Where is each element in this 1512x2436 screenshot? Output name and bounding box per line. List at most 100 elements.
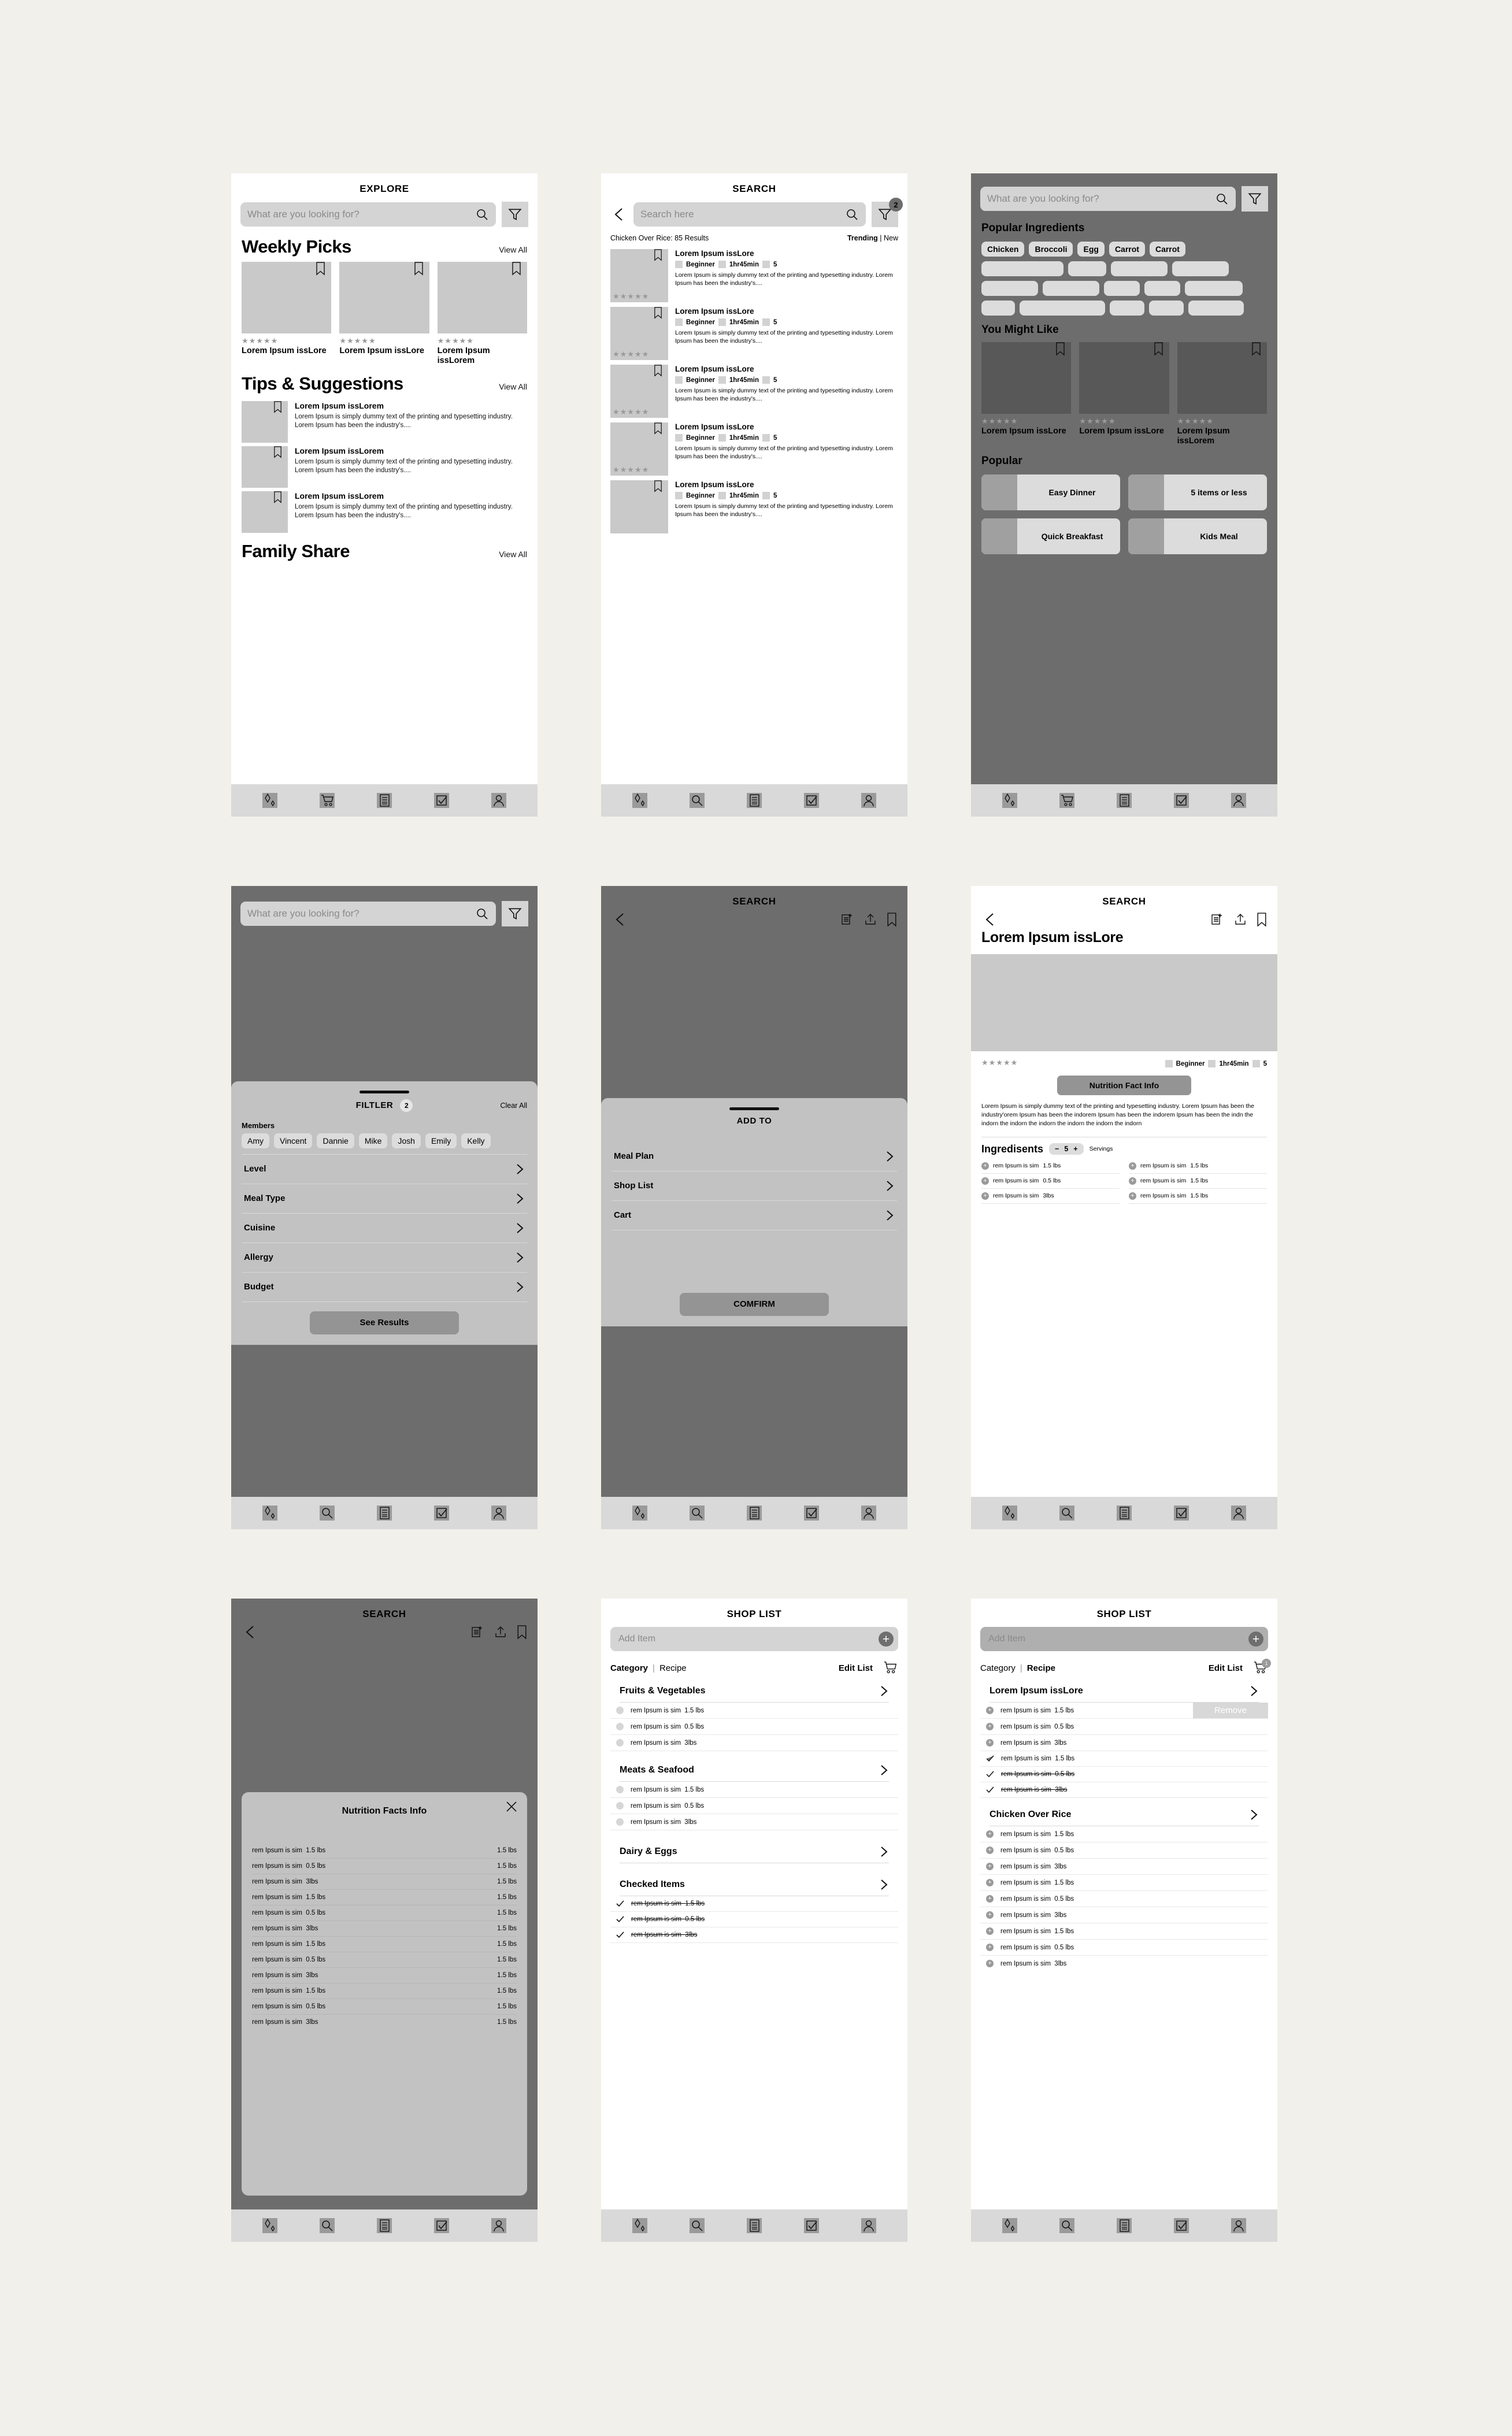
nav-checkbox-icon[interactable]	[802, 2216, 821, 2235]
filter-button[interactable]	[1242, 186, 1268, 212]
nav-profile-icon[interactable]	[1229, 1503, 1248, 1523]
back-icon[interactable]	[610, 207, 628, 222]
category-header-checked[interactable]: Checked Items	[620, 1863, 889, 1896]
list-item[interactable]: rem Ipsum is sim 0.5 lbs	[610, 1912, 898, 1927]
list-item[interactable]: + rem Ipsum is sim 0.5 lbs	[980, 1940, 1268, 1956]
add-item-input[interactable]: Add Item +	[980, 1627, 1268, 1651]
tips-view-all-link[interactable]: View All	[499, 382, 527, 391]
list-item[interactable]: rem Ipsum is sim 1.5 lbs	[610, 1782, 898, 1798]
add-item-button[interactable]: +	[1248, 1632, 1263, 1647]
cart-icon[interactable]	[882, 1660, 898, 1675]
nutrition-fact-info-button[interactable]: Nutrition Fact Info	[1057, 1076, 1191, 1095]
tab-recipe[interactable]: Recipe	[659, 1663, 687, 1673]
bookmark-icon[interactable]	[1055, 342, 1065, 356]
back-icon[interactable]	[981, 912, 999, 927]
list-item[interactable]: rem Ipsum is sim 3lbs	[610, 1814, 898, 1830]
bookmark-icon[interactable]	[887, 912, 897, 927]
nav-search-icon[interactable]	[687, 791, 707, 810]
list-item[interactable]: rem Ipsum is sim 3lbs	[610, 1735, 898, 1751]
add-to-row-cart[interactable]: Cart	[612, 1200, 897, 1230]
recipe-group-header[interactable]: Chicken Over Rice	[990, 1798, 1259, 1826]
nav-list-icon[interactable]	[1114, 1503, 1134, 1523]
tip-item[interactable]: Lorem Ipsum issLorem Lorem Ipsum is simp…	[231, 398, 538, 443]
nav-search-icon[interactable]	[317, 2216, 337, 2235]
recipe-card[interactable]: ★★★★★ Lorem Ipsum issLore	[242, 262, 332, 366]
list-item[interactable]: rem Ipsum is sim 3lbs	[610, 1927, 898, 1943]
plus-icon[interactable]: +	[986, 1911, 994, 1919]
bookmark-icon[interactable]	[1251, 342, 1261, 356]
plus-icon[interactable]: +	[986, 1927, 994, 1935]
category-header-fruits[interactable]: Fruits & Vegetables	[620, 1675, 889, 1703]
nav-sparkle-icon[interactable]	[1000, 791, 1020, 810]
search-result-row[interactable]: ★★★★★ Lorem Ipsum issLore Beginner 1hr45…	[601, 360, 907, 418]
ingredient-row[interactable]: + rem Ipsum is sim 0.5 lbs	[981, 1174, 1120, 1189]
bookmark-icon[interactable]	[654, 365, 662, 377]
tab-recipe[interactable]: Recipe	[1027, 1663, 1055, 1673]
nav-list-icon[interactable]	[744, 2216, 764, 2235]
list-item[interactable]: + rem Ipsum is sim 0.5 lbs	[980, 1719, 1268, 1735]
member-chip[interactable]: Dannie	[317, 1133, 354, 1148]
list-item[interactable]: rem Ipsum is sim 0.5 lbs	[610, 1719, 898, 1735]
nav-list-icon[interactable]	[744, 791, 764, 810]
remove-button[interactable]: Remove	[1193, 1703, 1268, 1718]
nav-profile-icon[interactable]	[859, 2216, 879, 2235]
recipe-card[interactable]: ★★★★★ Lorem Ipsum issLore	[339, 262, 429, 366]
popular-card[interactable]: Kids Meal	[1128, 518, 1267, 554]
filter-row-allergy[interactable]: Allergy	[242, 1242, 527, 1272]
ingredient-chip-placeholder[interactable]	[1185, 281, 1243, 296]
nav-search-icon[interactable]	[1057, 1503, 1077, 1523]
filter-button[interactable]: 2	[872, 198, 903, 227]
bookmark-icon[interactable]	[1154, 342, 1163, 356]
check-icon[interactable]	[986, 1786, 994, 1793]
sheet-grabber[interactable]	[729, 1107, 779, 1110]
bookmark-icon[interactable]	[517, 1625, 527, 1640]
recipe-card[interactable]: ★★★★★ Lorem Ipsum issLore	[981, 342, 1072, 447]
search-input[interactable]: What are you looking for?	[240, 902, 496, 926]
tab-category[interactable]: Category	[610, 1663, 648, 1673]
popular-card[interactable]: 5 items or less	[1128, 474, 1267, 510]
list-item[interactable]: rem Ipsum is sim 1.5 lbs	[610, 1703, 898, 1719]
plus-icon[interactable]: +	[986, 1960, 994, 1967]
bookmark-icon[interactable]	[654, 480, 662, 492]
ingredient-chip-placeholder[interactable]	[1110, 301, 1144, 316]
member-chip[interactable]: Vincent	[274, 1133, 313, 1148]
member-chip[interactable]: Kelly	[461, 1133, 491, 1148]
bookmark-icon[interactable]	[512, 262, 521, 276]
share-icon[interactable]	[1233, 913, 1247, 926]
nav-checkbox-icon[interactable]	[432, 791, 451, 810]
filter-row-level[interactable]: Level	[242, 1154, 527, 1184]
list-item[interactable]: rem Ipsum is sim 0.5 lbs	[610, 1798, 898, 1814]
ingredient-chip-placeholder[interactable]	[1068, 261, 1106, 276]
list-item[interactable]: + rem Ipsum is sim 0.5 lbs	[980, 1891, 1268, 1907]
nav-list-icon[interactable]	[375, 1503, 394, 1523]
ingredient-chip-placeholder[interactable]	[981, 281, 1038, 296]
plus-icon[interactable]: +	[981, 1192, 989, 1200]
nav-profile-icon[interactable]	[859, 791, 879, 810]
nav-list-icon[interactable]	[375, 2216, 394, 2235]
nav-sparkle-icon[interactable]	[260, 791, 280, 810]
nav-list-icon[interactable]	[375, 791, 394, 810]
add-note-icon[interactable]	[470, 1625, 484, 1639]
nav-checkbox-icon[interactable]	[802, 1503, 821, 1523]
clear-all-button[interactable]: Clear All	[500, 1102, 527, 1110]
ingredient-chip-placeholder[interactable]	[1020, 301, 1105, 316]
search-result-row[interactable]: ★★★★★ Lorem Ipsum issLore Beginner 1hr45…	[601, 302, 907, 360]
bookmark-icon[interactable]	[273, 491, 282, 503]
share-icon[interactable]	[494, 1625, 507, 1639]
nav-profile-icon[interactable]	[1229, 791, 1248, 810]
see-results-button[interactable]: See Results	[310, 1311, 459, 1334]
servings-stepper[interactable]: − 5 +	[1049, 1143, 1084, 1155]
nav-profile-icon[interactable]	[489, 791, 509, 810]
bookmark-icon[interactable]	[316, 262, 325, 276]
plus-icon[interactable]: +	[1129, 1162, 1136, 1170]
nav-checkbox-icon[interactable]	[432, 2216, 451, 2235]
plus-icon[interactable]: +	[986, 1707, 994, 1714]
search-result-row[interactable]: ★★★★★ Lorem Ipsum issLore Beginner 1hr45…	[601, 244, 907, 302]
plus-icon[interactable]: +	[986, 1830, 994, 1838]
nav-sparkle-icon[interactable]	[1000, 2216, 1020, 2235]
nav-profile-icon[interactable]	[859, 1503, 879, 1523]
list-item[interactable]: + rem Ipsum is sim 1.5 lbs	[980, 1875, 1268, 1891]
list-item[interactable]: rem Ipsum is sim 0.5 lbs	[980, 1767, 1268, 1782]
plus-icon[interactable]: +	[986, 1944, 994, 1951]
search-input[interactable]: What are you looking for?	[980, 187, 1236, 211]
